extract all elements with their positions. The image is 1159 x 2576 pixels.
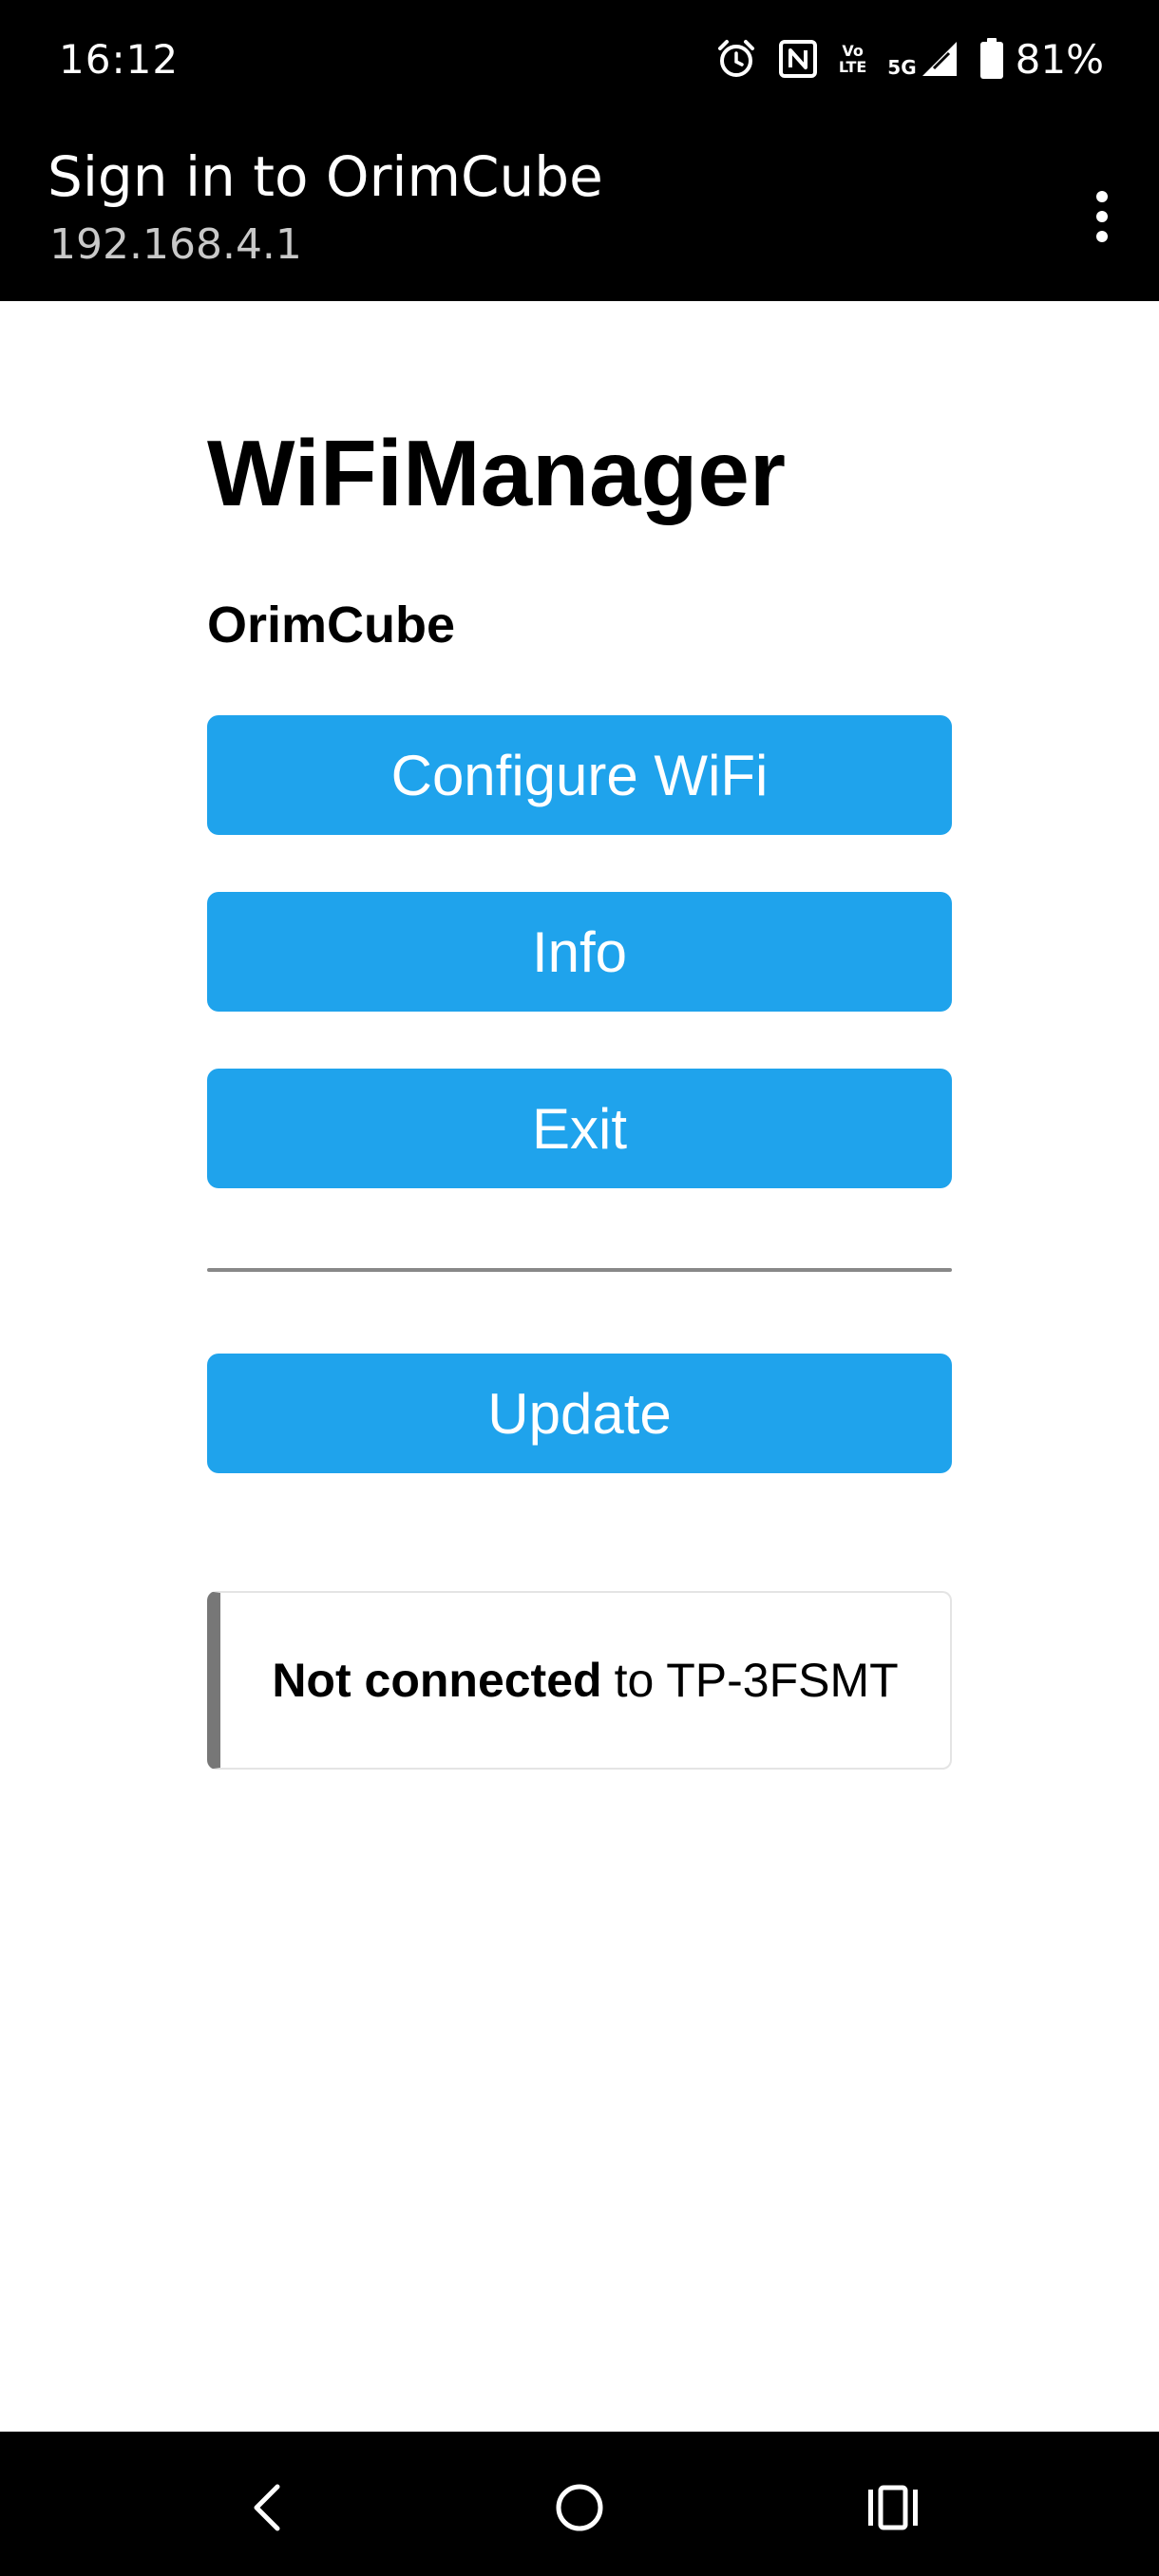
recents-icon[interactable] (855, 2470, 931, 2546)
app-bar-url: 192.168.4.1 (49, 220, 302, 269)
volte-label-top: Vo (842, 42, 864, 60)
connection-status-bold: Not connected (272, 1654, 602, 1707)
home-icon[interactable] (542, 2470, 618, 2546)
app-bar: Sign in to OrimCube 192.168.4.1 (0, 133, 1159, 301)
battery-icon (979, 38, 1004, 80)
app-bar-title: Sign in to OrimCube (48, 144, 603, 209)
more-vert-icon[interactable] (1074, 169, 1130, 264)
page-title: WiFiManager (207, 421, 786, 525)
volte-icon: Vo LTE (839, 43, 866, 75)
alarm-icon (715, 38, 757, 80)
volte-label-bottom: LTE (838, 58, 867, 76)
divider (207, 1268, 952, 1272)
update-button[interactable]: Update (207, 1354, 952, 1473)
exit-button[interactable]: Exit (207, 1069, 952, 1188)
nfc-icon (778, 39, 818, 79)
status-bar: 16:12 Vo LTE 5G 81% (0, 0, 1159, 133)
configure-wifi-button[interactable]: Configure WiFi (207, 715, 952, 835)
device-name: OrimCube (207, 597, 456, 653)
status-time: 16:12 (59, 36, 180, 83)
connection-status-text: to TP-3FSMT (614, 1654, 899, 1707)
status-icons: Vo LTE 5G 81% (715, 34, 1104, 84)
connection-status-message: Not connected to TP-3FSMT (207, 1591, 952, 1770)
battery-percent: 81% (1015, 35, 1104, 83)
info-button[interactable]: Info (207, 892, 952, 1012)
back-icon[interactable] (228, 2470, 304, 2546)
navigation-bar (0, 2432, 1159, 2576)
network-label: 5G (887, 56, 917, 79)
signal-5g-icon: 5G (887, 40, 958, 78)
screen: 16:12 Vo LTE 5G 81% Sign in to OrimCube … (0, 0, 1159, 2576)
